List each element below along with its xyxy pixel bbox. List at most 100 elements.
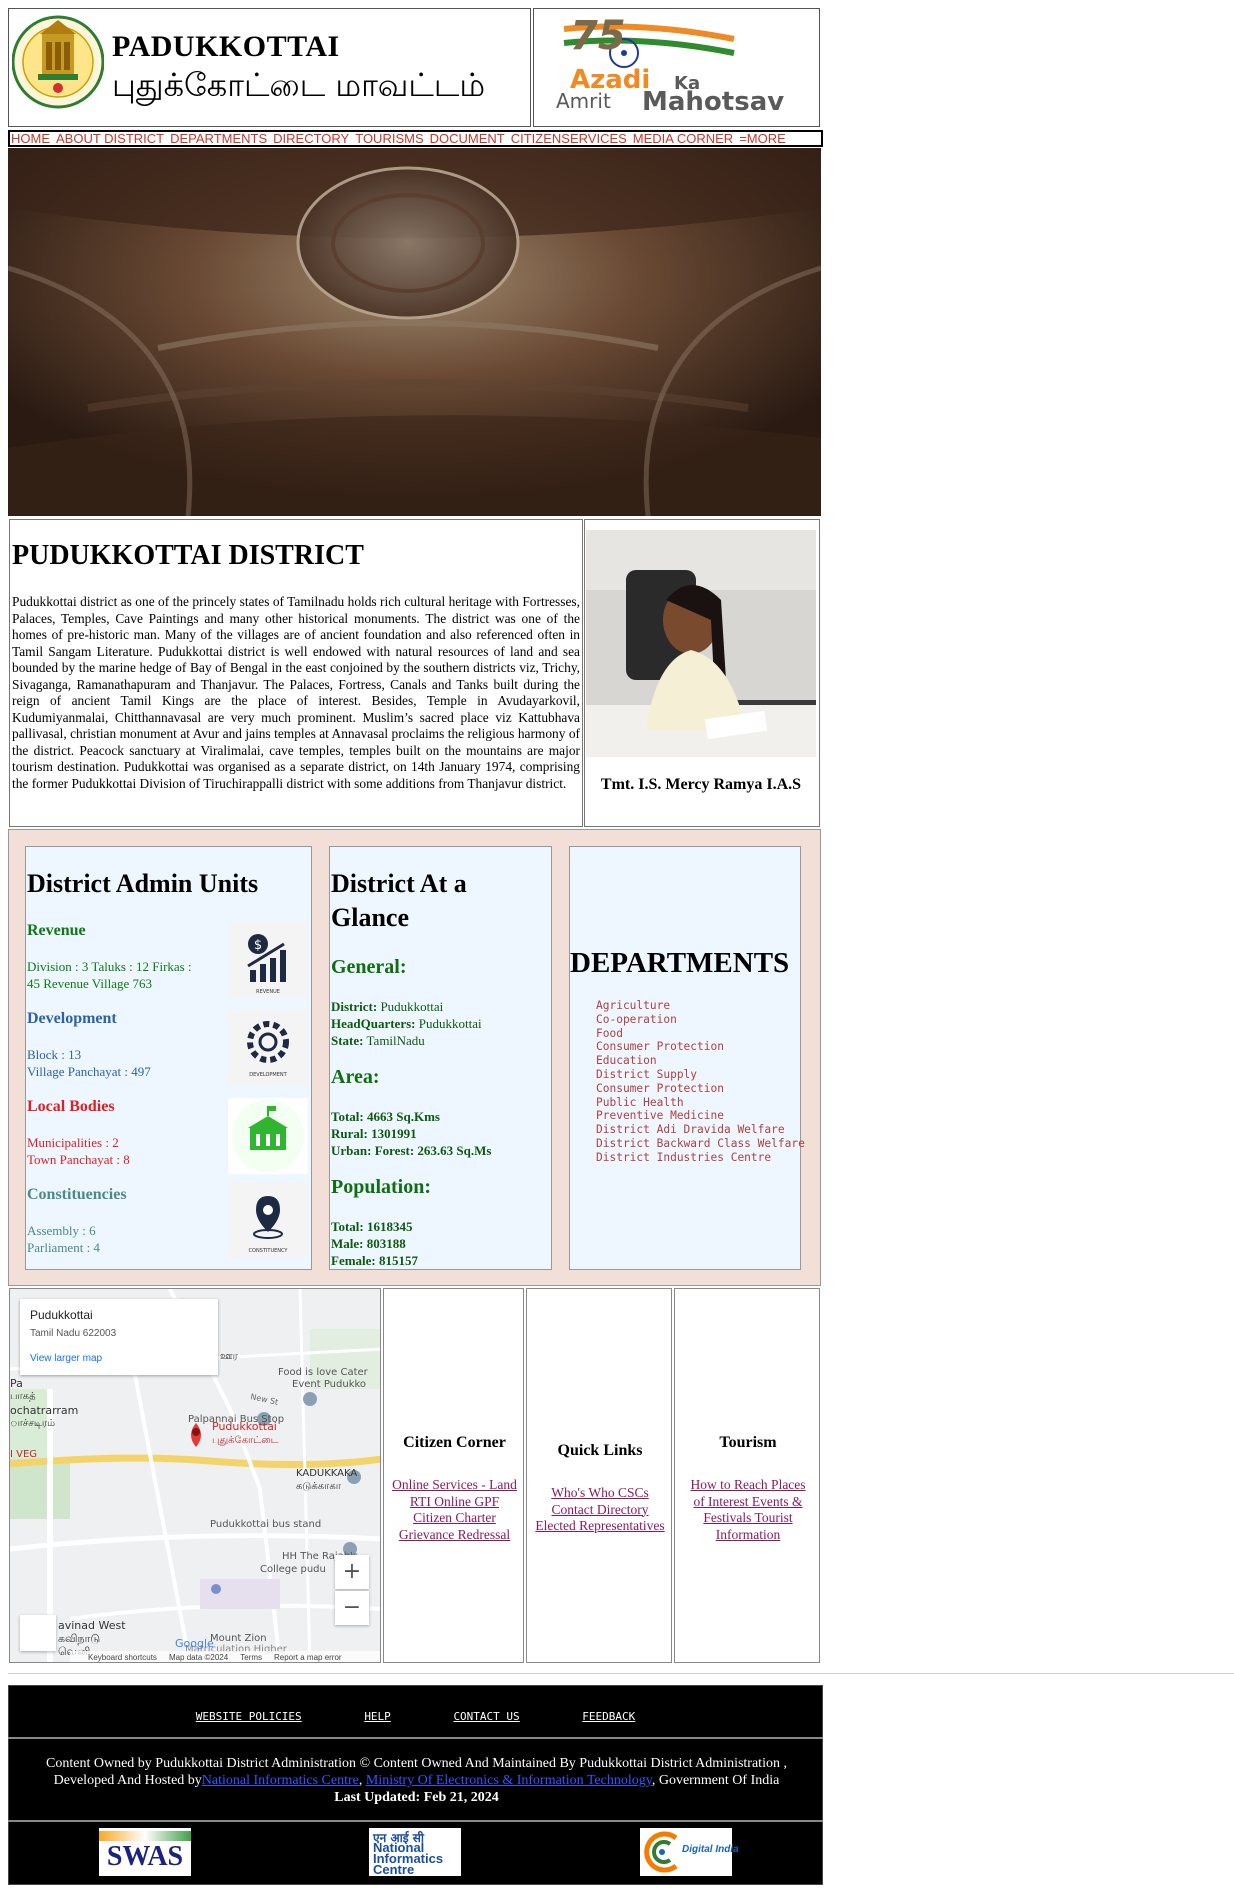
svg-text:Google: Google (175, 1637, 214, 1650)
nav-document[interactable]: DOCUMENT (430, 132, 505, 145)
online-services-land-link[interactable]: Online Services - Land (392, 1477, 517, 1492)
department-item[interactable]: Consumer Protection (596, 1040, 805, 1054)
map-zoom-out-button[interactable]: − (335, 1591, 369, 1625)
nav-tourisms[interactable]: TOURISMS (355, 132, 423, 145)
website-policies-link[interactable]: WEBSITE POLICIES (196, 1710, 302, 1723)
footer-hosted-line: Developed And Hosted byNational Informat… (53, 1773, 780, 1788)
department-item[interactable]: District Supply (596, 1068, 805, 1082)
digital-india-logo[interactable]: Digital India (640, 1828, 739, 1876)
local-bodies-line2: Town Panchayat : 8 (27, 1152, 130, 1167)
tamilnadu-emblem-logo[interactable] (12, 12, 104, 112)
department-item[interactable]: Education (596, 1054, 805, 1068)
local-bodies-heading[interactable]: Local Bodies (27, 1098, 115, 1116)
revenue-line2: 45 Revenue Village 763 (27, 976, 152, 991)
map-footer: Keyboard shortcuts Map data ©2024 Terms … (70, 1651, 380, 1662)
citizen-corner-panel: Citizen Corner Online Services - Land RT… (383, 1288, 524, 1663)
glance-district: District: Pudukkottai (331, 999, 444, 1014)
department-item[interactable]: Agriculture (596, 999, 805, 1013)
footer-credits: Content Owned by Pudukkottai District Ad… (20, 1755, 813, 1806)
nav-departments[interactable]: DEPARTMENTS (170, 132, 267, 145)
tourism-panel: Tourism How to Reach Places of Interest … (674, 1288, 820, 1663)
contact-us-link[interactable]: CONTACT US (453, 1710, 519, 1723)
nav-directory[interactable]: DIRECTORY (273, 132, 349, 145)
site-title-english: PADUKKOTTAI (112, 30, 340, 63)
svg-text:Food is love Cater: Food is love Cater (278, 1367, 369, 1378)
development-line2: Village Panchayat : 497 (27, 1064, 151, 1079)
department-item[interactable]: Food (596, 1027, 805, 1041)
svg-text:REVENUE: REVENUE (256, 989, 280, 995)
site-title-tamil: புதுக்கோட்டை மாவட்டம் (112, 66, 486, 104)
amrit-word: Amrit (556, 89, 611, 113)
grievance-redressal-link[interactable]: Grievance Redressal (399, 1527, 510, 1542)
svg-text:கடுக்காகா: கடுக்காகா (296, 1481, 342, 1492)
admin-units-title: District Admin Units (27, 869, 259, 898)
department-item[interactable]: District Backward Class Welfare (596, 1137, 805, 1151)
svg-text:Event Pudukko: Event Pudukko (292, 1379, 366, 1390)
revenue-heading[interactable]: Revenue (27, 922, 86, 940)
department-item[interactable]: District Adi Dravida Welfare (596, 1123, 805, 1137)
map-terms-link[interactable]: Terms (240, 1651, 262, 1662)
svg-text:ாச்சடிரம்: ாச்சடிரம் (10, 1418, 55, 1429)
development-gear-icon[interactable]: DEVELOPMENT (228, 1010, 308, 1086)
view-larger-map-link[interactable]: View larger map (30, 1353, 102, 1364)
svg-text:$: $ (254, 938, 262, 953)
svg-text:College pudu: College pudu (260, 1564, 326, 1575)
whos-who-cscs-link[interactable]: Who's Who CSCs (551, 1485, 648, 1500)
meity-link[interactable]: Ministry Of Electronics & Information Te… (366, 1773, 652, 1788)
nav-home[interactable]: HOME (11, 132, 50, 145)
constituencies-heading[interactable]: Constituencies (27, 1186, 127, 1204)
revenue-icon[interactable]: $ REVENUE (228, 922, 308, 998)
banner-cave-painting-image (8, 148, 821, 516)
constituency-icon[interactable]: CONSTITUENCY (228, 1182, 308, 1258)
map-keyboard-shortcuts[interactable]: Keyboard shortcuts (88, 1651, 157, 1662)
places-of-interest-link[interactable]: of Interest Events & (693, 1494, 802, 1509)
glance-headquarters: HeadQuarters: Pudukkottai (331, 1016, 482, 1031)
svg-text:Pa: Pa (10, 1377, 23, 1390)
department-item[interactable]: Co-operation (596, 1013, 805, 1027)
nic-link[interactable]: National Informatics Centre (202, 1773, 359, 1788)
contact-directory-link[interactable]: Contact Directory (551, 1502, 648, 1517)
swas-logo[interactable]: SWAS (99, 1828, 191, 1876)
department-item[interactable]: District Industries Centre (596, 1151, 805, 1165)
glance-area-rural: Rural: 1301991 (331, 1126, 417, 1141)
how-to-reach-link[interactable]: How to Reach Places (690, 1477, 805, 1492)
last-updated: Last Updated: Feb 21, 2024 (334, 1790, 499, 1805)
revenue-line1: Division : 3 Taluks : 12 Firkas : (27, 959, 192, 974)
nav-media-corner[interactable]: MEDIA CORNER (633, 132, 733, 145)
citizen-corner-title: Citizen Corner (403, 1434, 506, 1451)
department-item[interactable]: Public Health (596, 1096, 805, 1110)
footer-divider (8, 1737, 823, 1739)
horizontal-divider (8, 1673, 1234, 1674)
embedded-google-map[interactable]: Pudukkottai புதுக்கோட்டை Food is love Ca… (9, 1288, 381, 1663)
department-item[interactable]: Consumer Protection (596, 1082, 805, 1096)
nav-more[interactable]: =MORE (739, 132, 786, 145)
map-zoom-in-button[interactable]: + (335, 1555, 369, 1589)
glance-area-heading: Area: (331, 1066, 380, 1088)
nav-citizen-services[interactable]: CITIZENSERVICES (511, 132, 627, 145)
map-report-error-link[interactable]: Report a map error (274, 1651, 342, 1662)
map-data-credit: Map data ©2024 (168, 1653, 229, 1662)
glance-general-heading: General: (331, 956, 407, 978)
rti-online-gpf-link[interactable]: RTI Online GPF (410, 1494, 499, 1509)
tourist-information-link[interactable]: Information (716, 1527, 780, 1542)
map-address: Tamil Nadu 622003 (30, 1328, 117, 1339)
citizen-charter-link[interactable]: Citizen Charter (413, 1510, 496, 1525)
quick-links-title: Quick Links (557, 1442, 643, 1459)
footer-divider (8, 1820, 823, 1822)
nav-about-district[interactable]: ABOUT DISTRICT (56, 132, 164, 145)
departments-list: Agriculture Co-operation Food Consumer P… (596, 999, 805, 1165)
svg-text:I VEG: I VEG (10, 1449, 37, 1460)
department-item[interactable]: Preventive Medicine (596, 1109, 805, 1123)
map-place-name: Pudukkottai (30, 1308, 93, 1322)
nic-logo[interactable]: एन आई सी National Informatics Centre (369, 1828, 461, 1876)
festivals-tourist-link[interactable]: Festivals Tourist (703, 1510, 792, 1525)
constituencies-line1: Assembly : 6 (27, 1223, 96, 1238)
help-link[interactable]: HELP (364, 1710, 391, 1723)
local-bodies-building-icon[interactable] (228, 1098, 308, 1174)
development-heading[interactable]: Development (27, 1010, 117, 1028)
map-fullscreen-button[interactable] (20, 1615, 56, 1651)
azadi-ka-amrit-mahotsav-logo[interactable]: 75 Azadi Ka Amrit Mahotsav (533, 8, 820, 127)
elected-representatives-link[interactable]: Elected Representatives (535, 1518, 664, 1533)
feedback-link[interactable]: FEEDBACK (582, 1710, 635, 1723)
collector-name: Tmt. I.S. Mercy Ramya I.A.S (600, 776, 802, 793)
